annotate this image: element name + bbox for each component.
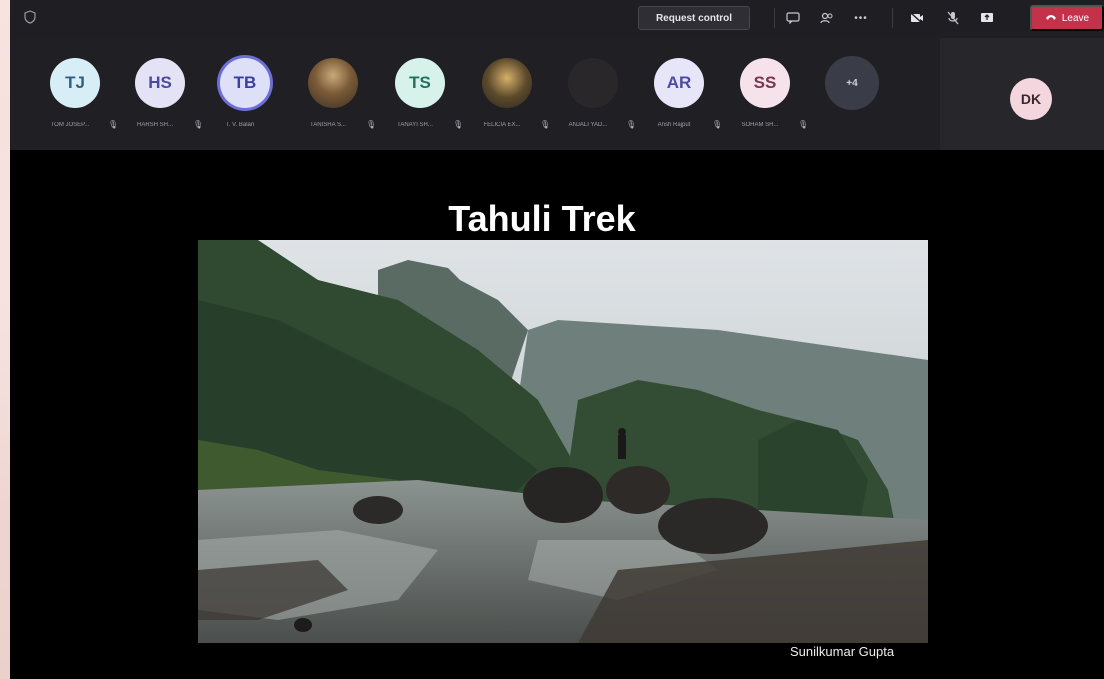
participant-name: ANJALI YAD... [568,122,608,128]
request-control-button[interactable]: Request control [638,6,750,30]
participant-tile[interactable]: AR Ansh Rajput 🎙 [634,58,724,148]
avatar-speaking: TB [220,58,270,108]
chat-icon[interactable] [784,9,802,27]
participant-gallery: TJ TOM JOSEP... 🎙 HS HARSH SH... 🎙 TB T.… [10,38,940,150]
leave-label: Leave [1061,12,1090,24]
slide-title: Tahuli Trek [448,198,636,239]
participant-name: TANAYI SH... [397,122,433,128]
avatar: SS [740,58,790,108]
photo-credit: Sunilkumar Gupta [790,644,895,659]
participant-name: TOM JOSEP... [50,122,90,128]
participant-name: Ansh Rajput [657,122,691,128]
avatar [568,58,618,108]
avatar: HS [135,58,185,108]
participant-tile[interactable]: TS TANAYI SH... 🎙 [375,58,465,148]
participant-tile[interactable]: FELICIA EX... 🎙 [462,58,552,148]
avatar-photo [482,58,532,108]
slide-photo [198,240,928,643]
divider [774,8,775,28]
avatar: AR [654,58,704,108]
overflow-participants-button[interactable]: +4 [807,56,897,148]
participant-name: SOHAM SH... [741,122,779,128]
share-screen-icon[interactable] [978,9,996,27]
avatar: TS [395,58,445,108]
camera-off-icon[interactable] [908,9,926,27]
self-view: DK [940,38,1104,150]
participant-tile[interactable]: TB T. V. Balan [200,58,290,148]
phone-icon [1045,13,1057,24]
more-options-icon[interactable]: ••• [852,9,870,27]
participant-tile[interactable]: ANJALI YAD... 🎙 [548,58,638,148]
shield-icon [24,10,38,26]
participant-tile[interactable]: TANISHA S... 🎙 [288,58,378,148]
participant-tile[interactable]: SS SOHAM SH... 🎙 [720,58,810,148]
participant-tile[interactable]: TJ TOM JOSEP... 🎙 [30,58,120,148]
self-avatar: DK [1010,78,1052,120]
participant-name: HARSH SH... [136,122,173,128]
mic-off-icon[interactable] [944,9,962,27]
meeting-toolbar: Request control ••• Leave [10,0,1104,38]
avatar: TJ [50,58,100,108]
meeting-window: Request control ••• Leave TJ TOM JOSEP..… [10,0,1104,679]
participant-name: T. V. Balan [225,122,255,128]
overflow-count: +4 [825,56,879,110]
people-icon[interactable] [818,9,836,27]
leave-button[interactable]: Leave [1030,5,1104,31]
participant-name: TANISHA S... [310,122,346,128]
participant-tile[interactable]: HS HARSH SH... 🎙 [115,58,205,148]
avatar-photo [308,58,358,108]
divider [892,8,893,28]
participant-name: FELICIA EX... [483,122,521,128]
